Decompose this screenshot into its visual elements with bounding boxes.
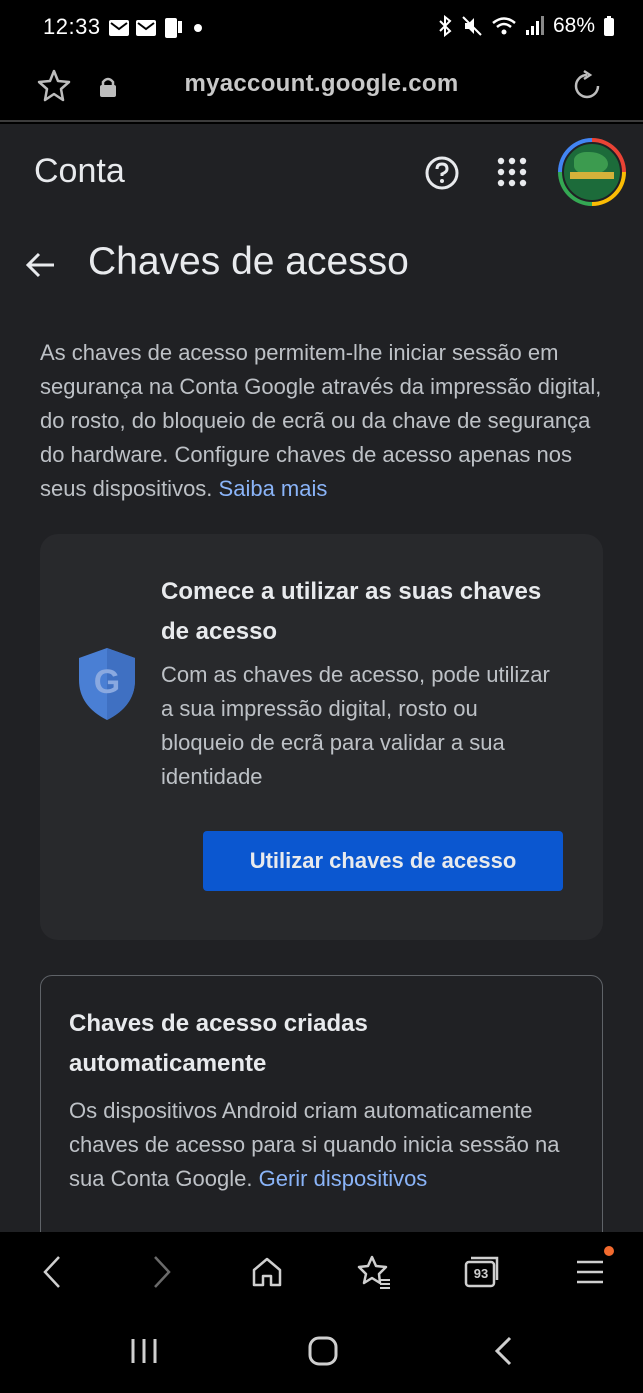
browser-menu-button[interactable]	[570, 1252, 610, 1292]
account-avatar[interactable]	[558, 138, 626, 206]
auto-card-title: Chaves de acesso criadas automaticamente	[69, 1010, 368, 1077]
main-content: As chaves de acesso permitem-lhe iniciar…	[0, 312, 643, 1232]
manage-devices-link[interactable]: Gerir dispositivos	[259, 1166, 428, 1191]
start-card-description: Com as chaves de acesso, pode utilizar a…	[161, 662, 550, 789]
status-time: 12:33	[43, 14, 101, 39]
browser-bookmarks-button[interactable]	[354, 1252, 394, 1292]
browser-forward-button[interactable]	[142, 1252, 182, 1292]
google-shield-icon: G	[79, 648, 135, 720]
back-nav-icon[interactable]	[490, 1334, 518, 1368]
browser-home-button[interactable]	[247, 1252, 287, 1292]
app-title[interactable]: Conta	[34, 152, 125, 191]
start-passkeys-card: G Comece a utilizar as suas chaves de ac…	[40, 534, 603, 940]
url-text[interactable]: myaccount.google.com	[0, 70, 643, 98]
help-icon[interactable]	[424, 155, 460, 191]
avatar-image	[562, 142, 622, 202]
wifi-icon	[492, 17, 516, 35]
bookmarks-star-icon	[357, 1255, 390, 1289]
signal-icon	[525, 16, 544, 35]
browser-tabs-button[interactable]: 93	[462, 1252, 502, 1292]
mail-icon	[136, 20, 156, 36]
status-bar: 12:33 68%	[0, 0, 643, 56]
chevron-right-icon	[154, 1256, 171, 1288]
tabs-icon: 93	[464, 1256, 500, 1288]
mail-icon	[109, 20, 129, 36]
browser-address-bar: myaccount.google.com	[0, 56, 643, 122]
recent-apps-icon[interactable]	[128, 1334, 160, 1368]
reload-icon[interactable]	[569, 68, 605, 104]
chevron-left-icon	[43, 1256, 60, 1288]
menu-notification-dot	[604, 1246, 614, 1256]
start-card-title: Comece a utilizar as suas chaves de aces…	[161, 578, 542, 645]
dot-icon	[194, 24, 202, 32]
browser-back-button[interactable]	[32, 1252, 72, 1292]
back-arrow-icon[interactable]	[24, 248, 58, 282]
page-header: Chaves de acesso	[0, 224, 643, 312]
svg-text:G: G	[94, 663, 120, 701]
mute-icon	[462, 16, 482, 36]
notification-icons	[108, 17, 207, 39]
apps-grid-icon[interactable]	[496, 156, 528, 188]
intro-paragraph: As chaves de acesso permitem-lhe iniciar…	[40, 336, 605, 506]
phone-notification-icon	[165, 18, 182, 38]
system-navigation-bar	[0, 1312, 643, 1393]
auto-card-description: Os dispositivos Android criam automatica…	[69, 1094, 579, 1196]
learn-more-link[interactable]: Saiba mais	[219, 476, 328, 501]
battery-icon	[604, 16, 614, 36]
use-passkeys-button[interactable]: Utilizar chaves de acesso	[203, 831, 563, 891]
tab-count: 93	[473, 1266, 489, 1281]
menu-icon	[577, 1260, 603, 1284]
home-icon	[252, 1257, 282, 1287]
app-header: Conta	[0, 124, 643, 224]
bluetooth-icon	[439, 15, 452, 37]
browser-toolbar: 93	[0, 1232, 643, 1312]
system-status-icons: 68%	[437, 14, 615, 38]
auto-passkeys-card: Chaves de acesso criadas automaticamente…	[40, 975, 603, 1232]
home-nav-icon[interactable]	[306, 1334, 340, 1368]
page-title: Chaves de acesso	[88, 240, 409, 283]
battery-percent: 68%	[552, 14, 595, 37]
